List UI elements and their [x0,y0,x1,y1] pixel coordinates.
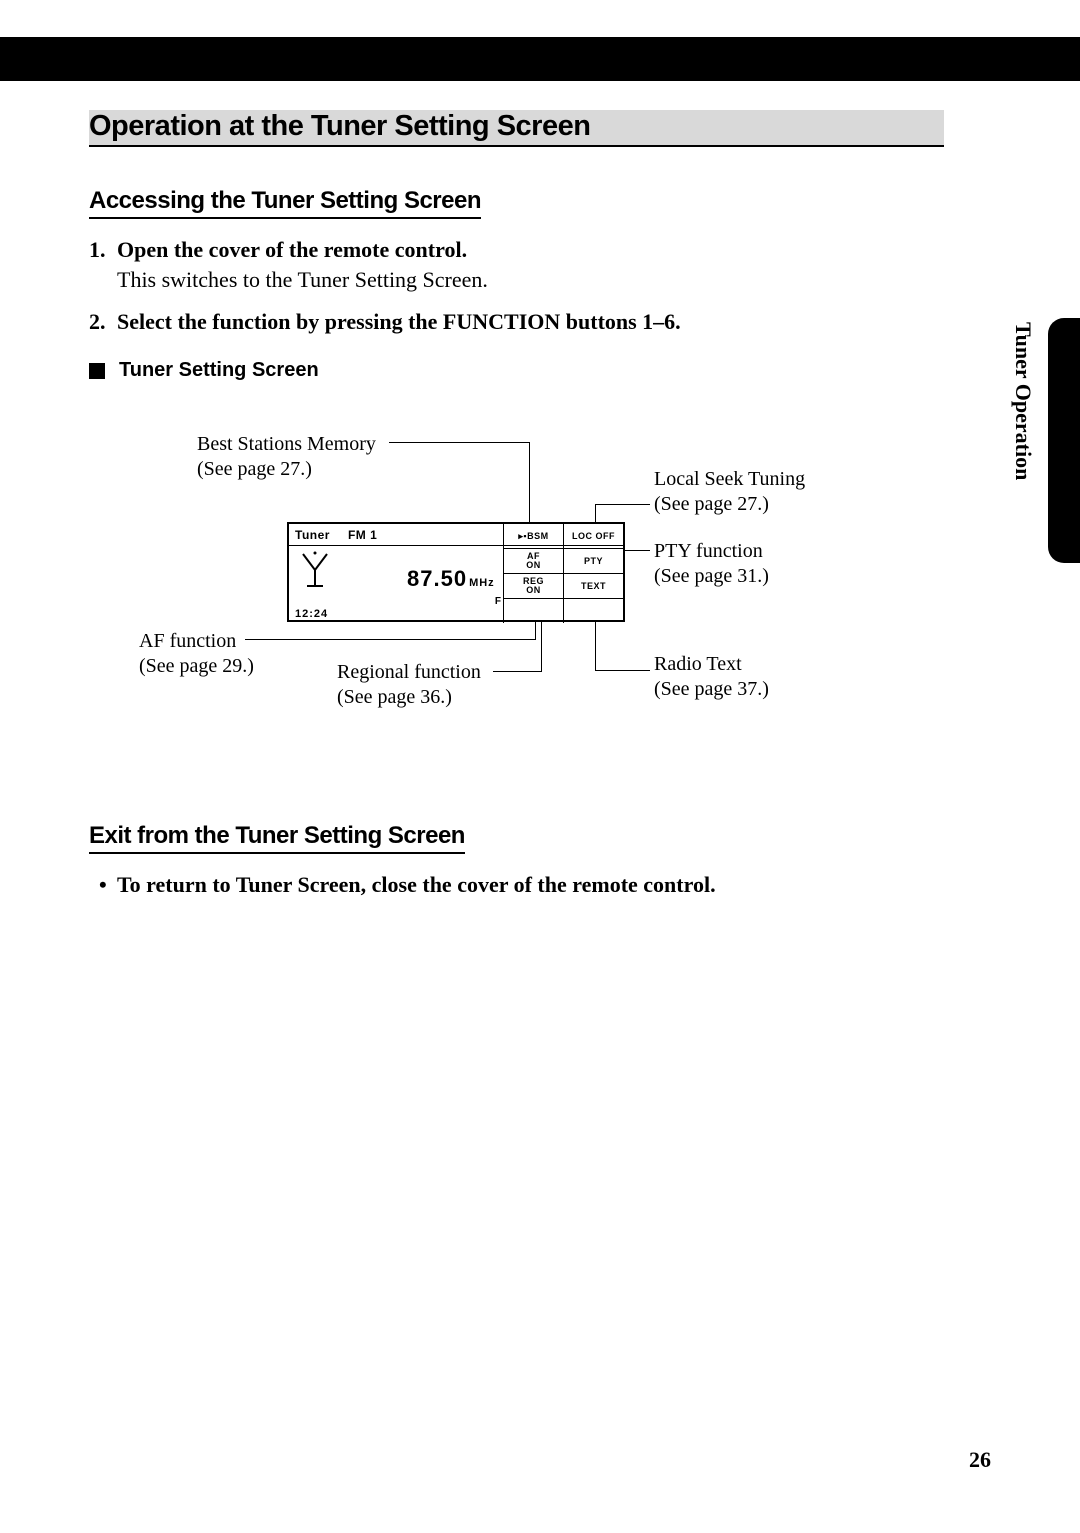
callout-pty-ref: (See page 31.) [654,564,769,589]
callout-pty: PTY function (See page 31.) [654,539,769,589]
callout-local: Local Seek Tuning (See page 27.) [654,467,805,517]
step-1-body: This switches to the Tuner Setting Scree… [89,267,944,293]
tuner-diagram: Best Stations Memory (See page 27.) Loca… [89,432,944,792]
device-clock: 12:24 [295,608,328,620]
device-button-grid: ▸▪BSM LOC OFF AF ON PTY REG ON TEXT [503,523,623,623]
square-bullet-icon [89,363,105,379]
cell-loc: LOC OFF [563,523,623,548]
step-2-title: Select the function by pressing the FUNC… [117,309,681,335]
callout-bsm-label: Best Stations Memory [197,432,376,457]
step-2-head: 2. Select the function by pressing the F… [89,309,944,335]
side-label: Tuner Operation [1010,322,1036,480]
callout-af-label: AF function [139,629,254,654]
leader-local-h [595,504,650,505]
leader-text-h [595,670,650,671]
cell-blank-1 [503,598,563,623]
subsection-heading-wrap: Accessing the Tuner Setting Screen [89,187,481,219]
step-1-title: Open the cover of the remote control. [117,237,467,263]
step-2: 2. Select the function by pressing the F… [89,309,944,335]
cell-reg: REG ON [503,573,563,598]
callout-text: Radio Text (See page 37.) [654,652,769,702]
callout-text-ref: (See page 37.) [654,677,769,702]
callout-bsm-ref: (See page 27.) [197,457,376,482]
header-black-bar [0,37,1080,81]
callout-local-ref: (See page 27.) [654,492,805,517]
callout-text-label: Radio Text [654,652,769,677]
callout-bsm: Best Stations Memory (See page 27.) [197,432,376,482]
cell-blank-2 [563,598,623,623]
step-1-head: 1. Open the cover of the remote control. [89,237,944,263]
callout-pty-label: PTY function [654,539,769,564]
cell-bsm: ▸▪BSM [503,523,563,548]
device-panel: Tuner FM 1 87.50MHz F 12:24 [287,522,625,622]
accessing-heading: Accessing the Tuner Setting Screen [89,187,481,215]
f-indicator: F [495,596,501,607]
exit-bullet: •To return to Tuner Screen, close the co… [89,872,944,898]
exit-heading: Exit from the Tuner Setting Screen [89,822,465,850]
cell-pty: PTY [563,548,623,573]
step-1: 1. Open the cover of the remote control.… [89,237,944,293]
cell-af: AF ON [503,548,563,573]
leader-af-h [245,639,535,640]
frequency-value: 87.50 [407,566,467,591]
page-title: Operation at the Tuner Setting Screen [89,110,944,143]
tuner-setting-screen-heading: Tuner Setting Screen [89,359,944,382]
tuner-setting-screen-label: Tuner Setting Screen [119,359,319,382]
frequency-unit: MHz [469,577,495,589]
antenna-icon [299,550,331,590]
leader-pty-h [625,550,650,551]
callout-reg: Regional function (See page 36.) [337,660,481,710]
callout-reg-label: Regional function [337,660,481,685]
page-number: 26 [969,1447,991,1473]
callout-local-label: Local Seek Tuning [654,467,805,492]
page: Tuner Operation Operation at the Tuner S… [0,0,1080,1533]
cell-text: TEXT [563,573,623,598]
section-heading-bar: Operation at the Tuner Setting Screen [89,110,944,147]
leader-bsm-h [389,442,529,443]
device-band-label: FM 1 [348,528,377,542]
step-2-number: 2. [89,309,117,335]
leader-bsm-v [529,442,530,522]
callout-af: AF function (See page 29.) [139,629,254,679]
callout-reg-ref: (See page 36.) [337,685,481,710]
steps-list: 1. Open the cover of the remote control.… [89,237,944,335]
callout-af-ref: (See page 29.) [139,654,254,679]
device-tuner-label: Tuner [295,528,330,542]
leader-local-v [595,504,596,522]
leader-reg-h [493,671,541,672]
content-area: Operation at the Tuner Setting Screen Ac… [89,110,944,898]
bullet-dot-icon: • [99,872,117,898]
step-1-number: 1. [89,237,117,263]
exit-heading-wrap: Exit from the Tuner Setting Screen [89,822,465,854]
exit-bullet-text: To return to Tuner Screen, close the cov… [117,872,716,897]
device-frequency: 87.50MHz [407,566,495,592]
side-tab [1048,318,1080,563]
